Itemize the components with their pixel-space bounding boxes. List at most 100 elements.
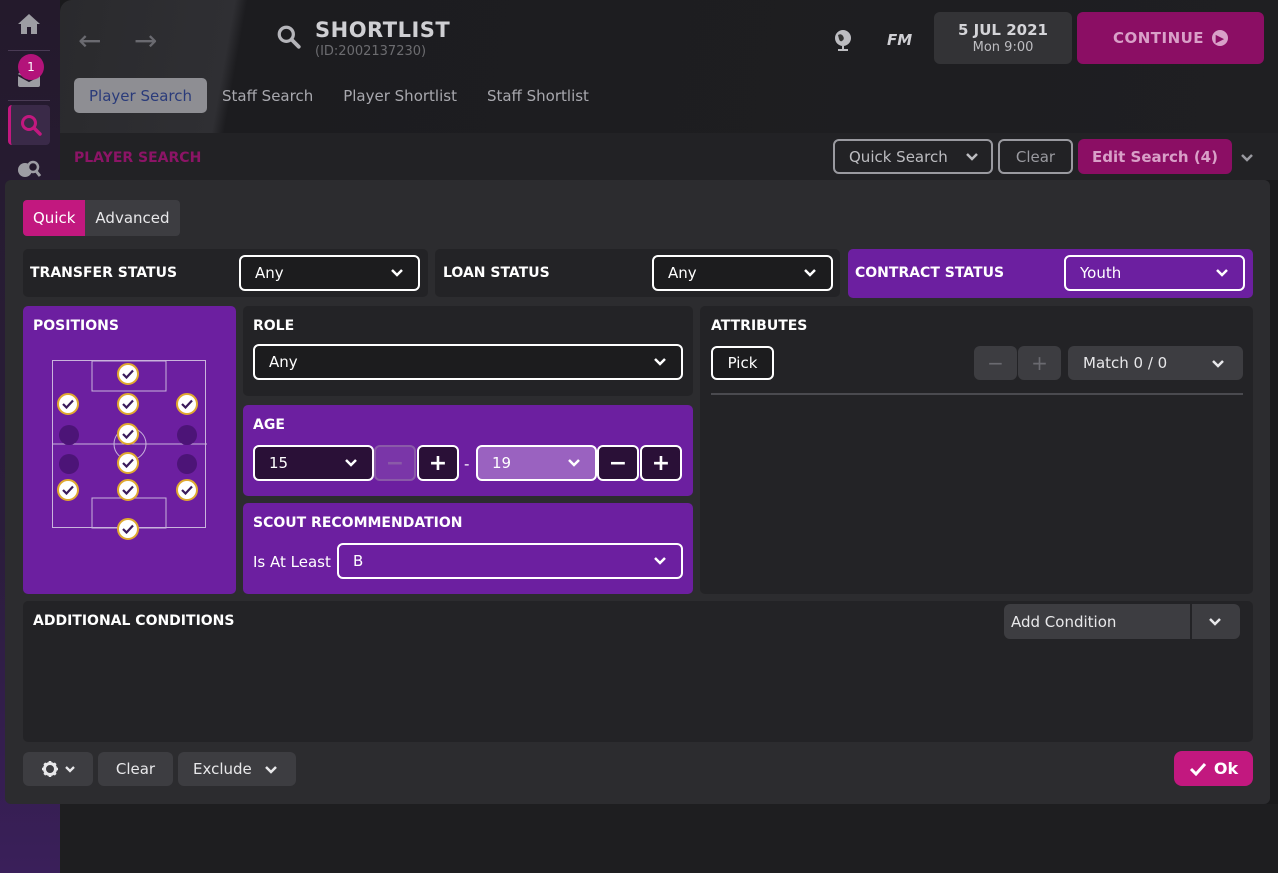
age-min-dropdown[interactable]: 15 (253, 445, 374, 481)
position-dr[interactable] (176, 393, 198, 415)
rail-divider (8, 50, 50, 51)
page-title: SHORTLIST (315, 18, 451, 42)
attributes-increment[interactable]: + (1018, 346, 1061, 380)
position-wbl[interactable] (59, 425, 79, 445)
age-panel: AGE 15 − + - 19 − + (243, 405, 693, 496)
chevron-down-icon (654, 358, 666, 366)
page-header: ← → SHORTLIST (ID:2002137230) FM 5 JUL 2… (60, 0, 1278, 180)
chevron-down-icon (265, 766, 277, 774)
additional-conditions-label: ADDITIONAL CONDITIONS (33, 613, 235, 629)
position-dl[interactable] (57, 393, 79, 415)
loan-status-dropdown[interactable]: Any (652, 255, 833, 291)
tab-bar: Player Search Staff Search Player Shortl… (74, 78, 604, 113)
attributes-label: ATTRIBUTES (711, 318, 808, 334)
forward-arrow-icon[interactable]: → (134, 24, 157, 57)
search-icon (276, 24, 302, 54)
age-min-value: 15 (269, 454, 289, 472)
position-aml[interactable] (57, 479, 79, 501)
scout-recommendation-value: B (353, 552, 364, 570)
search-mode-toggle: Quick Advanced (23, 200, 180, 236)
chevron-down-icon (1209, 618, 1221, 626)
chevron-down-icon (804, 269, 816, 277)
position-ml[interactable] (59, 454, 79, 474)
inbox-badge: 1 (18, 54, 44, 80)
search-nav-icon[interactable] (8, 105, 50, 145)
transfer-status-dropdown[interactable]: Any (239, 255, 420, 291)
gear-icon (41, 761, 58, 777)
transfer-status-panel: TRANSFER STATUS Any (23, 249, 428, 297)
transfer-status-label: TRANSFER STATUS (30, 265, 178, 281)
age-min-decrement[interactable]: − (374, 445, 416, 481)
position-amr[interactable] (176, 479, 198, 501)
chevron-right-icon: ▶ (1212, 30, 1229, 46)
age-separator: - (464, 455, 470, 473)
checkmark-icon (1189, 762, 1206, 776)
ok-label: Ok (1213, 759, 1239, 778)
chevron-down-icon (345, 459, 357, 467)
ok-button[interactable]: Ok (1174, 751, 1253, 786)
pick-attributes-button[interactable]: Pick (711, 346, 774, 380)
tab-player-shortlist[interactable]: Player Shortlist (328, 78, 472, 113)
attributes-decrement[interactable]: − (974, 346, 1017, 380)
position-dc[interactable] (117, 393, 139, 415)
age-max-dropdown[interactable]: 19 (476, 445, 597, 481)
role-panel: ROLE Any (243, 306, 693, 396)
tab-staff-shortlist[interactable]: Staff Shortlist (472, 78, 604, 113)
page-subtitle: (ID:2002137230) (315, 44, 427, 59)
fm-logo[interactable]: FM (887, 31, 912, 49)
tab-player-search[interactable]: Player Search (74, 78, 207, 113)
mode-quick-button[interactable]: Quick (23, 200, 86, 236)
age-max-increment[interactable]: + (640, 445, 682, 481)
role-label: ROLE (253, 318, 295, 334)
position-mc[interactable] (117, 452, 139, 474)
dialog-clear-button[interactable]: Clear (98, 752, 173, 786)
dropdown-divider (1190, 604, 1192, 639)
loan-status-panel: LOAN STATUS Any (435, 249, 840, 297)
position-mr[interactable] (177, 454, 197, 474)
attributes-divider (711, 393, 1243, 395)
position-dm[interactable] (117, 423, 139, 445)
age-max-value: 19 (492, 454, 512, 472)
age-min-increment[interactable]: + (417, 445, 459, 481)
chevron-down-icon (391, 269, 403, 277)
chevron-down-icon (1216, 269, 1228, 277)
chevron-down-icon (568, 459, 580, 467)
mode-advanced-button[interactable]: Advanced (85, 200, 180, 236)
contract-status-dropdown[interactable]: Youth (1064, 255, 1245, 291)
date-label: 5 JUL 2021 (958, 21, 1048, 39)
globe-icon[interactable] (831, 27, 855, 55)
toolbar-clear-button[interactable]: Clear (998, 139, 1073, 174)
exclude-dropdown[interactable]: Exclude (178, 752, 296, 786)
home-icon[interactable] (8, 4, 50, 44)
additional-conditions-panel: ADDITIONAL CONDITIONS Add Condition (23, 601, 1253, 742)
settings-dropdown-button[interactable] (23, 752, 93, 786)
back-arrow-icon[interactable]: ← (78, 24, 101, 57)
scout-recommendation-panel: SCOUT RECOMMENDATION Is At Least B (243, 503, 693, 594)
pitch-lines (53, 361, 207, 529)
age-max-decrement[interactable]: − (597, 445, 639, 481)
positions-label: POSITIONS (33, 318, 119, 334)
attributes-panel: ATTRIBUTES Pick − + Match 0 / 0 (700, 306, 1253, 594)
loan-status-value: Any (668, 264, 697, 282)
position-gk-top[interactable] (117, 363, 139, 385)
continue-button[interactable]: CONTINUE ▶ (1077, 12, 1264, 64)
role-value: Any (269, 353, 298, 371)
contract-status-value: Youth (1080, 264, 1122, 282)
position-amc[interactable] (117, 479, 139, 501)
match-dropdown[interactable]: Match 0 / 0 (1068, 346, 1243, 380)
chevron-down-icon[interactable] (1240, 148, 1254, 167)
role-dropdown[interactable]: Any (253, 344, 683, 380)
edit-search-button[interactable]: Edit Search (4) (1078, 139, 1232, 174)
match-value: Match 0 / 0 (1083, 354, 1168, 372)
transfer-status-value: Any (255, 264, 284, 282)
date-display[interactable]: 5 JUL 2021 Mon 9:00 (934, 12, 1072, 64)
add-condition-dropdown[interactable]: Add Condition (1004, 604, 1240, 639)
position-wbr[interactable] (177, 425, 197, 445)
position-st[interactable] (117, 518, 139, 540)
exclude-label: Exclude (193, 760, 252, 778)
chevron-down-icon (1212, 360, 1224, 368)
scout-recommendation-dropdown[interactable]: B (337, 543, 683, 579)
tab-staff-search[interactable]: Staff Search (207, 78, 328, 113)
quick-search-label: Quick Search (849, 147, 948, 166)
quick-search-dropdown[interactable]: Quick Search (833, 139, 993, 174)
